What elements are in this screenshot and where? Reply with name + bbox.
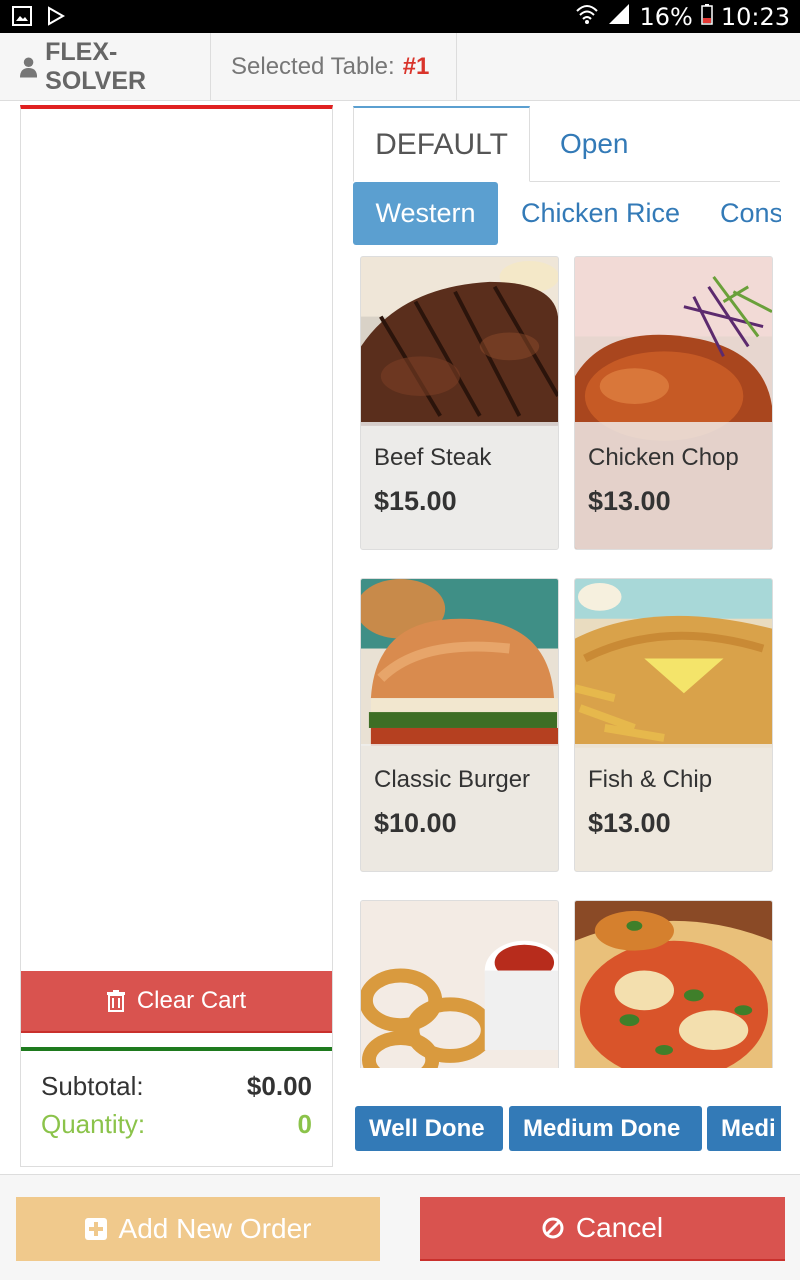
item-name: Fish & Chip [588,766,713,793]
item-price: $13.00 [588,808,671,838]
menu-item-chicken-chop[interactable]: Chicken Chop $13.00 [574,256,773,550]
battery-icon [701,3,713,31]
menu-item-onion-rings[interactable] [360,900,559,1068]
subtotal-label: Subtotal: [41,1071,144,1101]
tab-open[interactable]: Open [560,106,629,182]
cart-totals: Subtotal: $0.00 Quantity: 0 [21,1051,332,1166]
add-new-order-label: Add New Order [118,1213,312,1244]
item-price: $13.00 [588,486,671,516]
signal-icon [607,3,631,31]
item-name: Chicken Chop [588,444,739,471]
quantity-value: 0 [297,1109,312,1139]
category-cons[interactable]: Cons [720,182,781,245]
play-store-icon [46,6,66,26]
menu-item-beef-steak[interactable]: Beef Steak $15.00 [360,256,559,550]
modifier-options: Well Done Medium Done Medi [355,1106,781,1152]
item-name: Beef Steak [374,444,492,471]
subtotal-value: $0.00 [246,1071,312,1101]
menu-item-pizza[interactable] [574,900,773,1068]
modifier-medium-done[interactable]: Medium Done [509,1106,702,1151]
tab-default[interactable]: DEFAULT [353,106,530,182]
cancel-label: Cancel [575,1212,664,1243]
category-western[interactable]: Western [353,182,498,245]
item-name: Classic Burger [374,766,531,793]
clock: 10:23 [720,3,790,31]
menu-item-grid: Beef Steak $15.00 Chicken Chop $13.00 Cl… [353,250,781,1068]
category-tabs: Western Chicken Rice Cons [353,182,781,246]
selected-table: Selected Table: #1 [211,33,457,100]
app-header: FLEX-SOLVER Selected Table: #1 [0,33,800,101]
onion-rings-image [361,901,558,1068]
selected-table-label: Selected Table: [231,52,395,80]
item-caption: Fish & Chip $13.00 [575,744,772,871]
battery-percentage: 16% [639,3,693,31]
user-icon [20,56,38,77]
brand[interactable]: FLEX-SOLVER [0,33,211,100]
modifier-well-done[interactable]: Well Done [355,1106,503,1151]
plus-square-icon [84,1218,107,1240]
quantity-label: Quantity: [41,1109,146,1139]
clear-cart-label: Clear Cart [136,987,247,1014]
item-caption: Classic Burger $10.00 [361,744,558,871]
trash-icon [106,990,125,1012]
image-icon [12,6,32,26]
cancel-button[interactable]: Cancel [420,1197,785,1261]
quantity-row: Quantity: 0 [41,1109,312,1140]
status-bar: 16% 10:23 [0,0,800,33]
ban-icon [542,1217,564,1239]
item-price: $10.00 [374,808,457,838]
modifier-medium[interactable]: Medi [707,1106,781,1151]
category-chicken-rice[interactable]: Chicken Rice [521,182,680,245]
brand-name: FLEX-SOLVER [45,37,147,95]
subtotal-row: Subtotal: $0.00 [41,1071,312,1102]
add-new-order-button[interactable]: Add New Order [16,1197,380,1261]
pizza-image [575,901,772,1068]
action-bar: Add New Order Cancel [0,1174,800,1280]
item-caption: Chicken Chop $13.00 [575,422,772,549]
menu-item-fish-and-chip[interactable]: Fish & Chip $13.00 [574,578,773,872]
selected-table-value: #1 [402,52,430,80]
menu-tabs: DEFAULT Open [353,106,780,182]
wifi-icon [575,3,599,31]
item-caption: Beef Steak $15.00 [361,422,558,549]
menu-item-classic-burger[interactable]: Classic Burger $10.00 [360,578,559,872]
item-price: $15.00 [374,486,457,516]
clear-cart-button[interactable]: Clear Cart [21,971,332,1033]
